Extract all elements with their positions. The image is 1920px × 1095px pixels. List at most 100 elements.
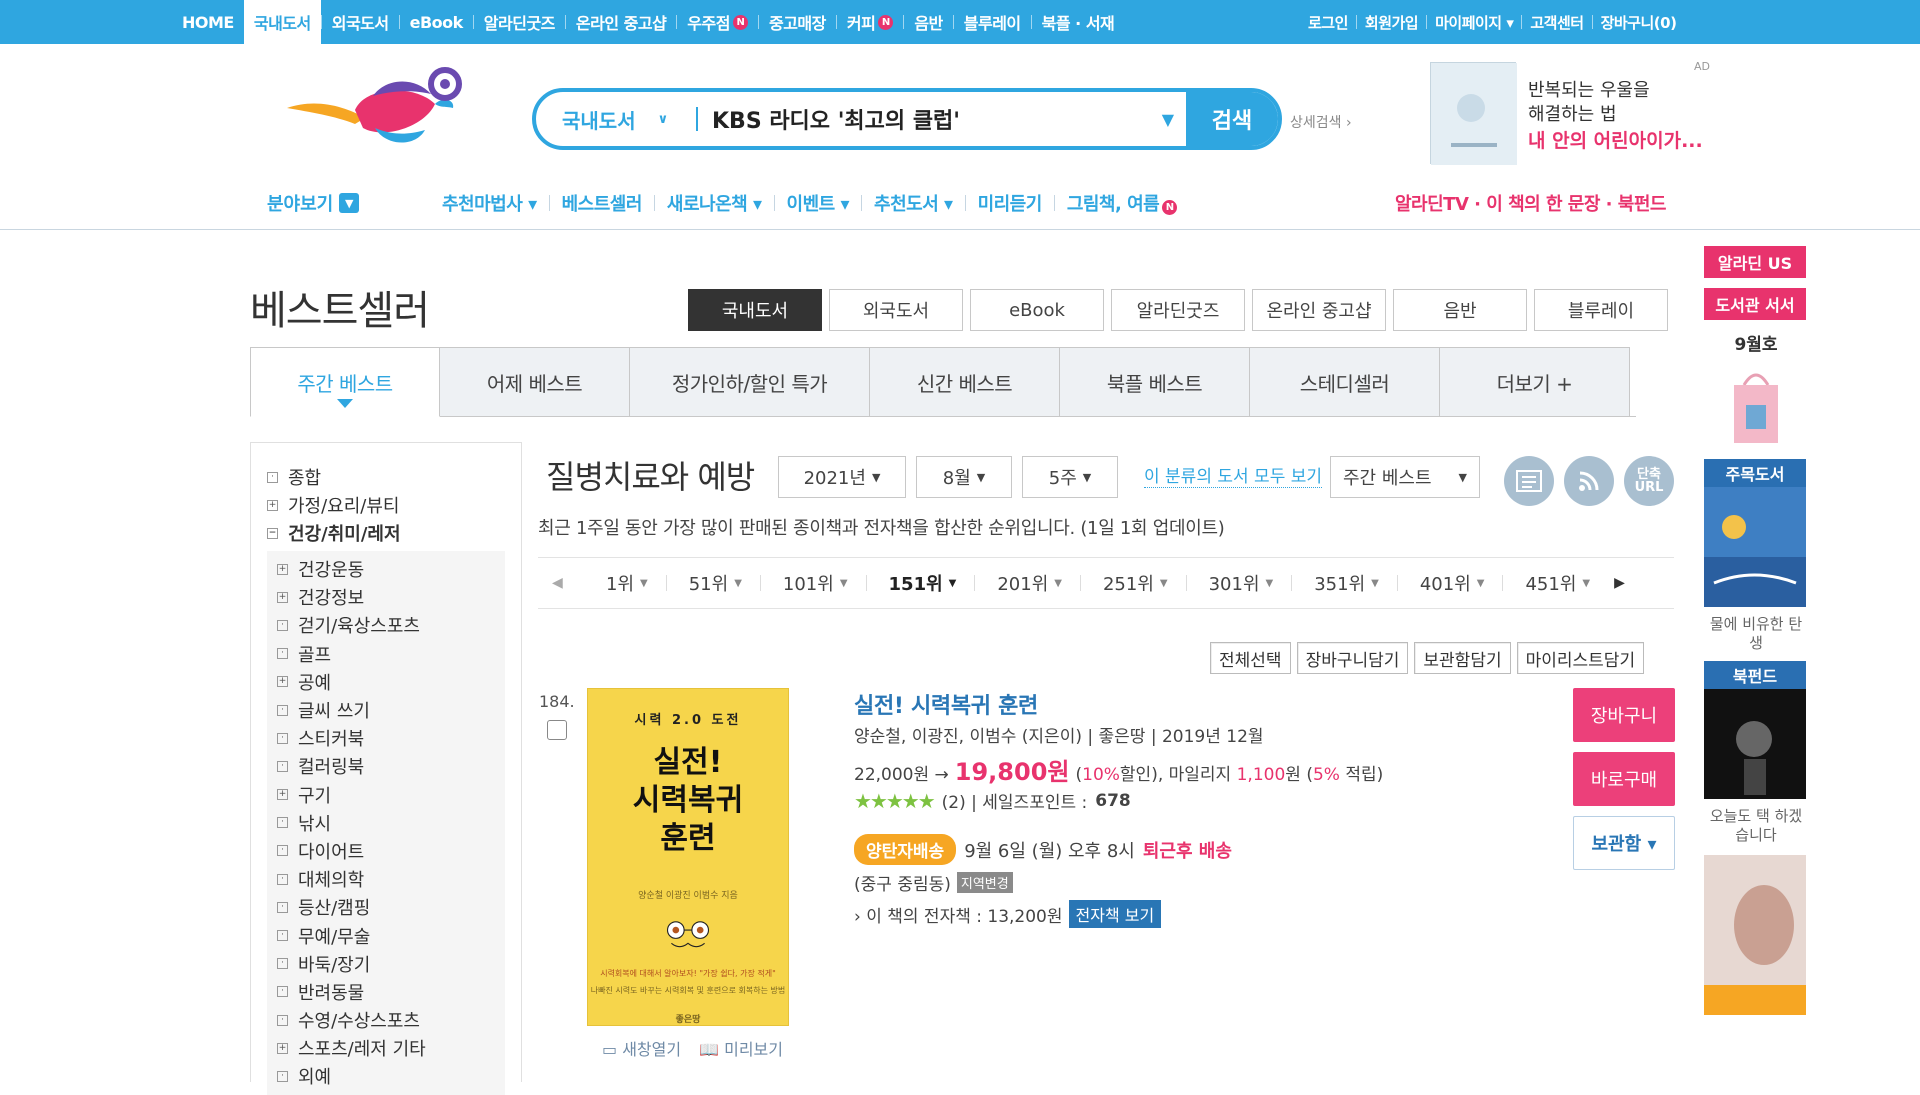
subcategory-item[interactable]: · 컬러링북 <box>267 752 505 780</box>
mypage-link[interactable]: 마이페이지 ▾ <box>1427 0 1521 44</box>
tab-steady-seller[interactable]: 스테디셀러 <box>1250 347 1440 417</box>
advanced-search-link[interactable]: 상세검색 › <box>1290 112 1352 132</box>
bookfund-book-cover[interactable] <box>1704 689 1806 803</box>
week-select[interactable]: 5주 ▼ <box>1022 456 1118 498</box>
subcategory-item[interactable]: + 구기 <box>267 781 505 809</box>
tab-new-best[interactable]: 신간 베스트 <box>870 347 1060 417</box>
subcategory-item[interactable]: + 건강운동 <box>267 555 505 583</box>
promo-book-cover[interactable] <box>1704 855 1806 1019</box>
gnb-coffee[interactable]: 커피 N <box>837 0 903 44</box>
subcategory-item[interactable]: + 건강정보 <box>267 583 505 611</box>
mall-tab-music[interactable]: 음반 <box>1393 289 1527 331</box>
gnb-home[interactable]: HOME <box>172 0 244 44</box>
next-page-icon[interactable]: ▶ <box>1614 575 1634 591</box>
gnb-bluray[interactable]: 블루레이 <box>954 0 1031 44</box>
subcategory-item[interactable]: · 스티커북 <box>267 724 505 752</box>
tab-weekly-best[interactable]: 주간 베스트 <box>250 347 440 417</box>
add-to-mylist-button[interactable]: 마이리스트담기 <box>1516 642 1645 674</box>
add-to-cart-button[interactable]: 장바구니담기 <box>1296 642 1409 674</box>
subcategory-item[interactable]: · 걷기/육상스포츠 <box>267 611 505 639</box>
search-button[interactable]: 검색 <box>1186 92 1278 146</box>
page-item[interactable]: 401위 ▼ <box>1416 570 1503 596</box>
library-button[interactable]: 도서관 서서 <box>1704 288 1806 320</box>
menu-recommend-wizard[interactable]: 추천마법사 ▾ <box>430 190 549 216</box>
tab-discount-special[interactable]: 정가인하/할인 특가 <box>630 347 870 417</box>
category-item[interactable]: + 가정/요리/뷰티 <box>259 491 513 519</box>
subcategory-item[interactable]: · 무예/무술 <box>267 921 505 949</box>
gnb-foreign-books[interactable]: 외국도서 <box>322 0 399 44</box>
search-input[interactable] <box>698 92 1162 146</box>
page-item[interactable]: 51위 ▼ <box>685 570 760 596</box>
short-url-icon[interactable]: 단축 URL <box>1624 456 1674 506</box>
page-item[interactable]: 251위 ▼ <box>1099 570 1186 596</box>
menu-picture-books[interactable]: 그림책, 여름 N <box>1055 190 1189 216</box>
search-dropdown-icon[interactable]: ▼ <box>1162 110 1174 129</box>
mall-tab-foreign[interactable]: 외국도서 <box>829 289 963 331</box>
subcategory-item[interactable]: · 낚시 <box>267 809 505 837</box>
login-link[interactable]: 로그인 <box>1300 0 1356 44</box>
page-item[interactable]: 301위 ▼ <box>1205 570 1292 596</box>
preview-link[interactable]: 📖 미리보기 <box>699 1036 783 1060</box>
period-select[interactable]: 주간 베스트 ▼ <box>1330 456 1480 498</box>
page-item[interactable]: 451위 ▼ <box>1521 570 1608 596</box>
page-item[interactable]: 101위 ▼ <box>779 570 866 596</box>
subcategory-item[interactable]: · 반려동물 <box>267 978 505 1006</box>
view-ebook-button[interactable]: 전자책 보기 <box>1068 900 1162 928</box>
subcategory-item[interactable]: · 외예 <box>267 1062 505 1090</box>
gnb-space-store[interactable]: 우주점 N <box>677 0 758 44</box>
change-area-button[interactable]: 지역변경 <box>956 872 1013 893</box>
ad-banner[interactable]: AD 반복되는 우울을 해결하는 법 내 안의 어린아이가... <box>1430 60 1720 170</box>
mall-tab-domestic[interactable]: 국내도서 <box>688 289 822 331</box>
cart-link[interactable]: 장바구니(0) <box>1593 0 1685 44</box>
gnb-used-store[interactable]: 중고매장 <box>759 0 836 44</box>
menu-bestseller[interactable]: 베스트셀러 <box>550 190 654 216</box>
add-to-storage-button[interactable]: 보관함담기 <box>1414 642 1511 674</box>
mall-tab-used[interactable]: 온라인 중고샵 <box>1252 289 1386 331</box>
category-browse-button[interactable]: 분야보기 ▼ <box>267 190 360 216</box>
view-all-category-link[interactable]: 이 분류의 도서 모두 보기 <box>1144 462 1323 488</box>
tote-bag-icon[interactable] <box>1726 365 1786 445</box>
gnb-used-shop[interactable]: 온라인 중고샵 <box>566 0 676 44</box>
subcategory-item[interactable]: + 공예 <box>267 668 505 696</box>
tab-yesterday-best[interactable]: 어제 베스트 <box>440 347 630 417</box>
gnb-ebook[interactable]: eBook <box>400 0 473 44</box>
gnb-bookple[interactable]: 북플 · 서재 <box>1032 0 1125 44</box>
tab-bookple-best[interactable]: 북플 베스트 <box>1060 347 1250 417</box>
subcategory-item[interactable]: · 글씨 쓰기 <box>267 696 505 724</box>
subcategory-item[interactable]: · 수영/수상스포츠 <box>267 1006 505 1034</box>
tab-more[interactable]: 더보기 + <box>1440 347 1630 417</box>
book-checkbox[interactable] <box>547 720 567 740</box>
subcategory-item[interactable]: · 등산/캠핑 <box>267 893 505 921</box>
subcategory-item[interactable]: · 대체의학 <box>267 865 505 893</box>
aladin-logo[interactable] <box>285 66 475 156</box>
aladin-us-button[interactable]: 알라딘 US <box>1704 246 1806 278</box>
book-cover[interactable]: 시력 2.0 도전 실전! 시력복귀 훈련 양순철 이광진 이범수 지음 시력회… <box>587 688 789 1026</box>
category-item-selected[interactable]: − 건강/취미/레저 <box>259 519 513 547</box>
new-window-link[interactable]: ▭ 새창열기 <box>602 1036 681 1060</box>
menu-recommended-books[interactable]: 추천도서 ▾ <box>862 190 965 216</box>
subcategory-item[interactable]: + 스포츠/레저 기타 <box>267 1034 505 1062</box>
gnb-domestic-books[interactable]: 국내도서 <box>243 0 321 44</box>
select-all-button[interactable]: 전체선택 <box>1210 642 1291 674</box>
page-item[interactable]: 351위 ▼ <box>1310 570 1397 596</box>
mall-tab-goods[interactable]: 알라딘굿즈 <box>1111 289 1245 331</box>
search-category-select[interactable]: 국내도서 ∨ <box>536 92 696 146</box>
rss-icon[interactable] <box>1564 456 1614 506</box>
mall-tab-ebook[interactable]: eBook <box>970 289 1104 331</box>
book-title-link[interactable]: 실전! 시력복귀 훈련 <box>854 688 1038 720</box>
subcategory-item[interactable]: · 골프 <box>267 640 505 668</box>
buy-now-button[interactable]: 바로구매 <box>1573 752 1675 806</box>
aladin-tv-links[interactable]: 알라딘TV · 이 책의 한 문장 · 북펀드 <box>1395 190 1666 216</box>
menu-new-books[interactable]: 새로나온책 ▾ <box>655 190 774 216</box>
customer-center-link[interactable]: 고객센터 <box>1522 0 1591 44</box>
gnb-goods[interactable]: 알라딘굿즈 <box>474 0 565 44</box>
subcategory-item[interactable]: · 바둑/장기 <box>267 950 505 978</box>
category-item[interactable]: · 종합 <box>259 463 513 491</box>
menu-events[interactable]: 이벤트 ▾ <box>775 190 861 216</box>
cart-button[interactable]: 장바구니 <box>1573 688 1675 742</box>
page-item[interactable]: 201위 ▼ <box>993 570 1080 596</box>
year-select[interactable]: 2021년 ▼ <box>778 456 906 498</box>
mall-tab-bluray[interactable]: 블루레이 <box>1534 289 1668 331</box>
gnb-music[interactable]: 음반 <box>904 0 952 44</box>
menu-preview-listen[interactable]: 미리듣기 <box>966 190 1054 216</box>
